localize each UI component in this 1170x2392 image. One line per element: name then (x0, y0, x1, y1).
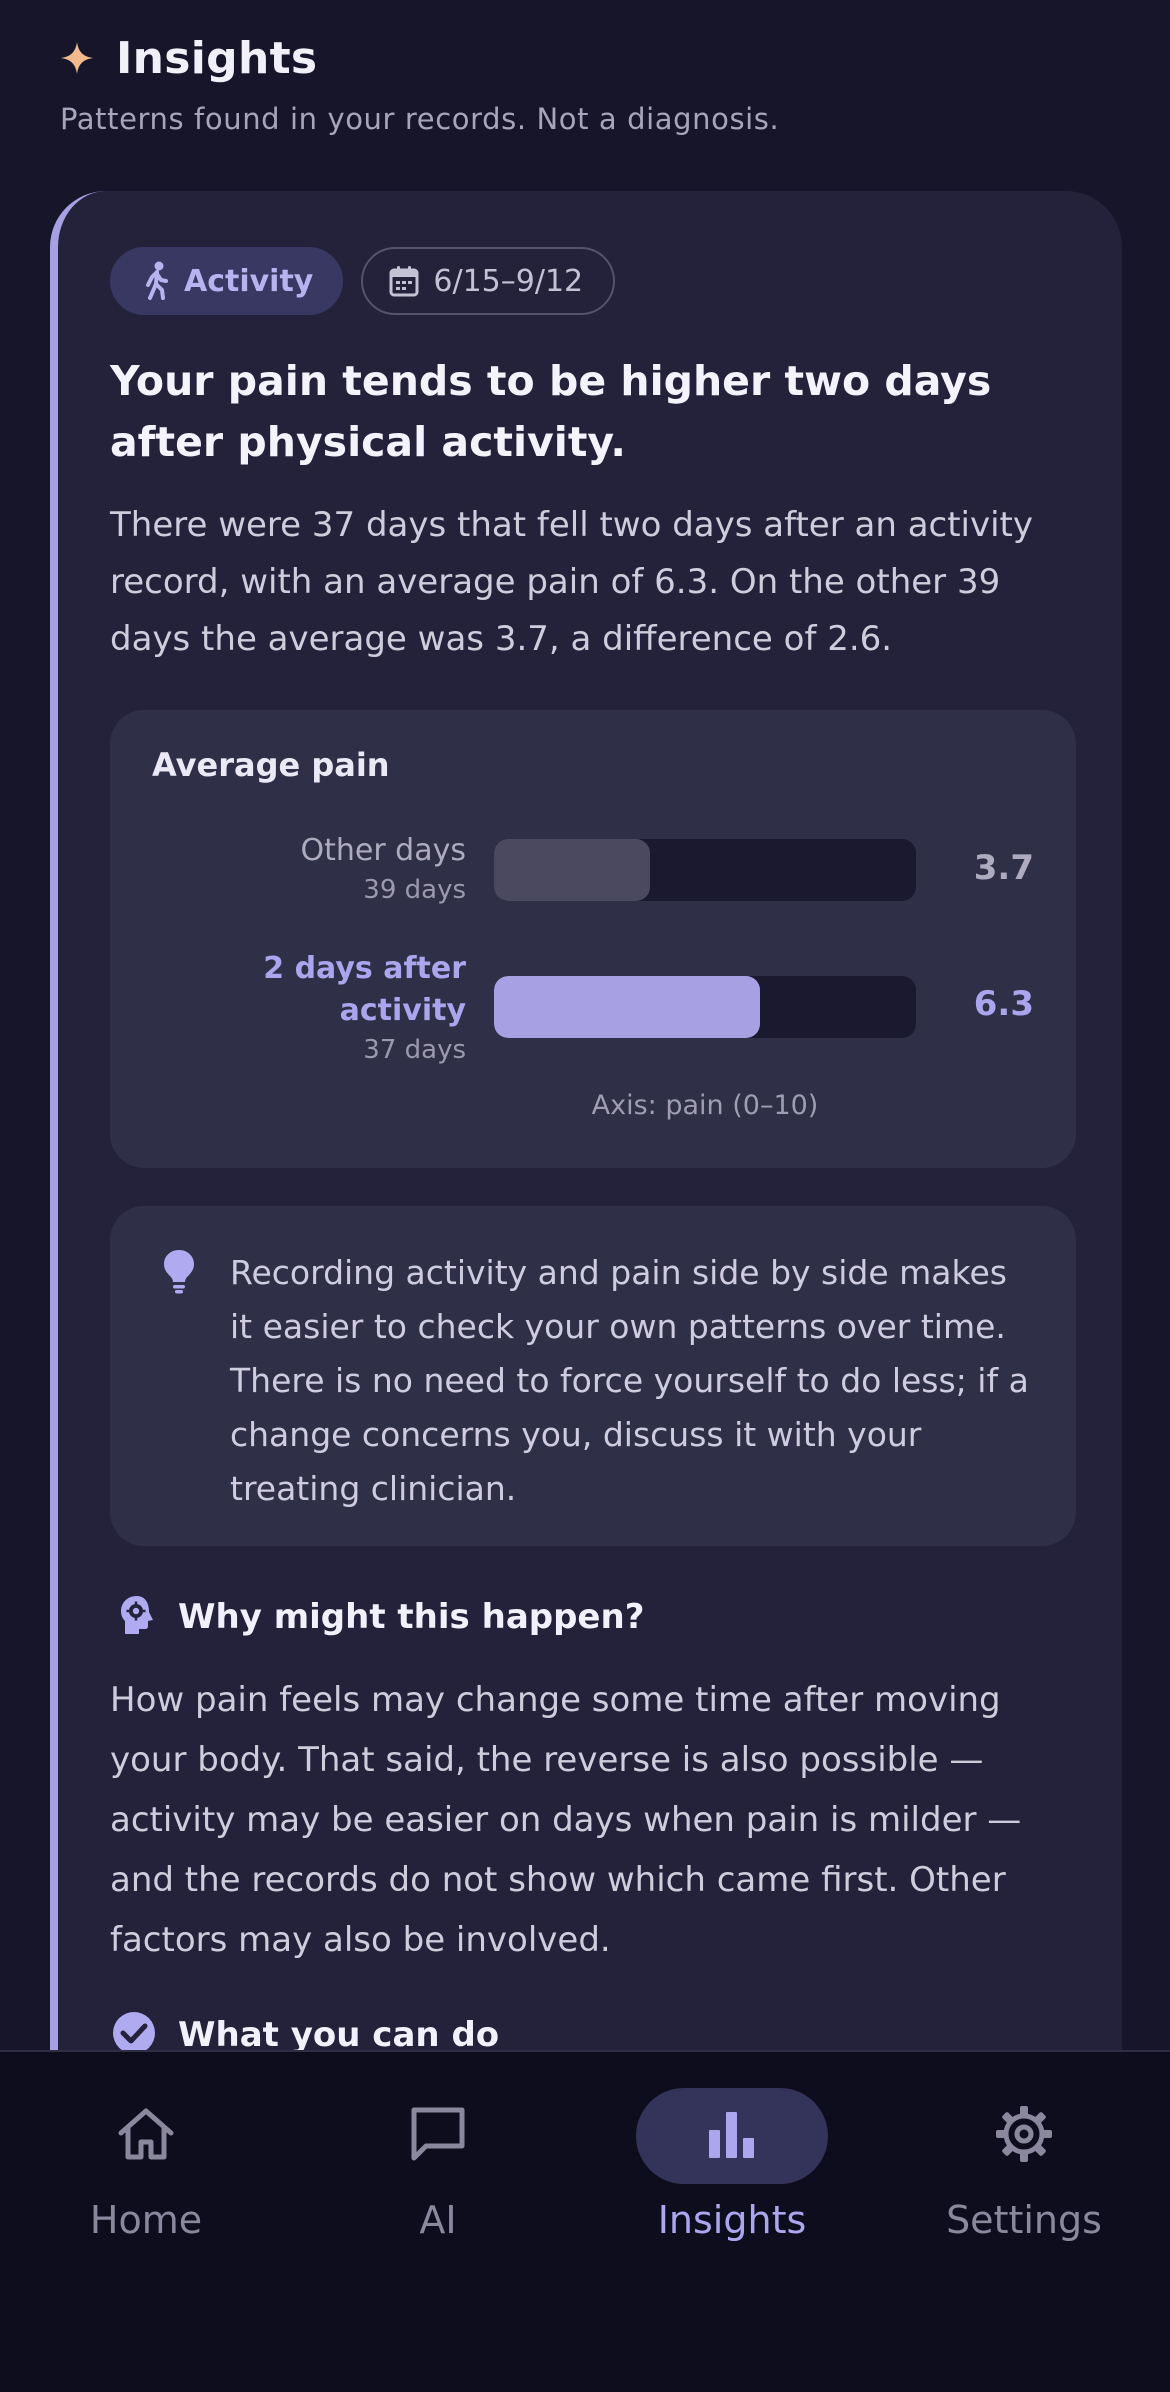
bar-chart-icon (707, 2110, 757, 2162)
axis-note: Axis: pain (0–10) (591, 1090, 819, 1121)
bar-label-after-activity-line2: activity (339, 993, 466, 1028)
nav-settings-label: Settings (946, 2198, 1102, 2242)
bar-fill-other-days (494, 839, 651, 901)
gear-icon (994, 2104, 1054, 2168)
tip-text: Recording activity and pain side by side… (230, 1253, 1029, 1508)
nav-ai-label: AI (419, 2198, 457, 2242)
page-subtitle: Patterns found in your records. Not a di… (60, 102, 780, 136)
category-chip-label: Activity (184, 263, 314, 299)
insight-headline: Your pain tends to be higher two days af… (110, 357, 992, 466)
bar-fill-after-activity (494, 976, 760, 1038)
why-section-header: Why might this happen? (110, 1592, 1070, 1642)
average-pain-chart: Average pain Other days 39 days 3.7 2 da… (110, 710, 1076, 1168)
bottom-nav: Home AI Insights Settings (0, 2050, 1170, 2392)
bar-label-after-activity-line1: 2 days after (263, 951, 466, 986)
calendar-icon (389, 265, 419, 297)
chart-title: Average pain (152, 746, 390, 784)
sparkle-icon (60, 41, 94, 75)
insight-card: Activity 6/15–9/12 Your pain tends to be… (50, 191, 1122, 2191)
head-gear-icon (118, 1594, 156, 1640)
bar-value-other-days: 3.7 (973, 848, 1034, 888)
page-title: Insights (116, 32, 318, 84)
bar-count-other-days: 39 days (363, 875, 466, 905)
nav-insights[interactable]: Insights (612, 2088, 852, 2242)
nav-home[interactable]: Home (26, 2088, 266, 2242)
tip-box: Recording activity and pain side by side… (110, 1206, 1076, 1546)
header: Insights Patterns found in your records.… (60, 28, 1110, 137)
walking-icon (144, 261, 170, 301)
nav-insights-active-pill (636, 2088, 828, 2184)
lightbulb-icon (162, 1248, 196, 1298)
why-section-text: How pain feels may change some time afte… (110, 1680, 1022, 1960)
nav-settings[interactable]: Settings (904, 2088, 1144, 2242)
bar-count-after-activity: 37 days (363, 1035, 466, 1065)
why-section-title: Why might this happen? (178, 1597, 645, 1637)
bar-label-other-days: Other days (300, 833, 466, 868)
bar-value-after-activity: 6.3 (973, 984, 1034, 1024)
chat-icon (408, 2104, 468, 2168)
category-chip[interactable]: Activity (110, 247, 344, 315)
nav-ai[interactable]: AI (318, 2088, 558, 2242)
bar-track (494, 976, 916, 1038)
date-range-label: 6/15–9/12 (433, 263, 584, 299)
insights-screen: Insights Patterns found in your records.… (0, 0, 1170, 2392)
nav-home-label: Home (89, 2198, 203, 2242)
chip-row: Activity 6/15–9/12 (110, 247, 1070, 317)
date-range-chip[interactable]: 6/15–9/12 (361, 247, 616, 315)
what-you-can-do-title: What you can do (178, 2015, 500, 2055)
home-icon (117, 2107, 175, 2165)
nav-insights-label: Insights (657, 2198, 807, 2242)
bar-track (494, 839, 916, 901)
insight-summary: There were 37 days that fell two days af… (110, 505, 1034, 659)
